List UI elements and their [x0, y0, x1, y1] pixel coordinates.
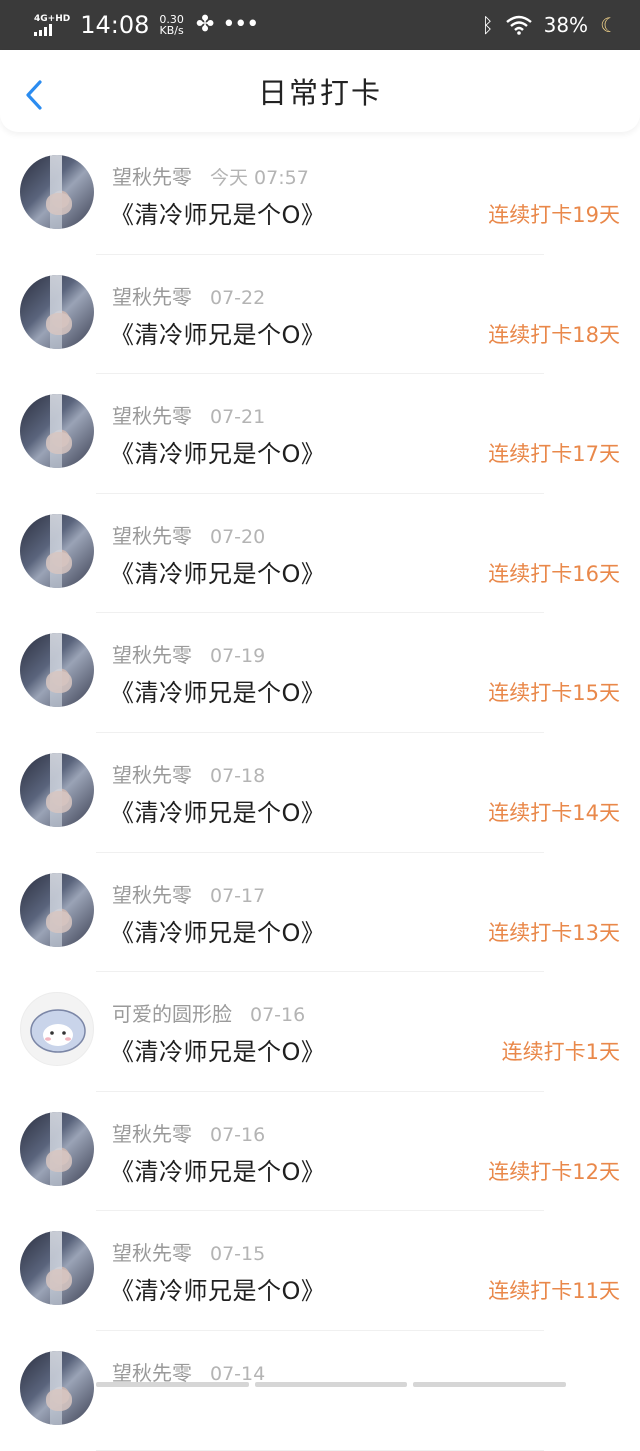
chevron-left-icon [26, 80, 42, 110]
user-avatar[interactable] [20, 1231, 94, 1306]
checkin-row[interactable]: 可爱的圆形脸 07-16 《清冷师兄是个O》 连续打卡1天 [0, 972, 640, 1092]
checkin-meta: 望秋先零 07-17 [112, 879, 265, 908]
user-name[interactable]: 望秋先零 [112, 759, 192, 788]
checkin-meta: 望秋先零 07-20 [112, 520, 265, 549]
checkin-date: 07-22 [210, 286, 266, 309]
sheep-icon [30, 1009, 86, 1053]
checkin-row[interactable]: 望秋先零 今天 07:57 《清冷师兄是个O》 连续打卡19天 [0, 135, 640, 255]
checkin-row[interactable]: 望秋先零 07-21 《清冷师兄是个O》 连续打卡17天 [0, 374, 640, 494]
checkin-meta: 望秋先零 07-22 [112, 281, 265, 310]
book-title[interactable]: 《清冷师兄是个O》 [110, 1032, 325, 1067]
checkin-row[interactable]: 望秋先零 07-20 《清冷师兄是个O》 连续打卡16天 [0, 494, 640, 614]
checkin-row[interactable]: 望秋先零 07-18 《清冷师兄是个O》 连续打卡14天 [0, 733, 640, 853]
checkin-row[interactable]: 望秋先零 07-17 《清冷师兄是个O》 连续打卡13天 [0, 853, 640, 973]
user-avatar[interactable] [20, 274, 94, 349]
checkin-date: 07-18 [210, 764, 266, 787]
streak-label: 连续打卡17天 [488, 442, 620, 467]
streak-label: 连续打卡16天 [488, 561, 620, 586]
checkin-row[interactable]: 望秋先零 07-16 《清冷师兄是个O》 连续打卡12天 [0, 1092, 640, 1212]
streak-label: 连续打卡13天 [488, 920, 620, 945]
bluetooth-icon: ᛒ [481, 13, 494, 37]
user-avatar[interactable] [20, 633, 94, 708]
checkin-date: 07-17 [210, 884, 266, 907]
book-title[interactable]: 《清冷师兄是个O》 [110, 195, 325, 230]
checkin-row[interactable]: 望秋先零 07-14 [0, 1331, 640, 1451]
user-name[interactable]: 望秋先零 [112, 281, 192, 310]
checkin-meta: 望秋先零 07-18 [112, 759, 265, 788]
user-avatar[interactable] [20, 1111, 94, 1186]
streak-label: 连续打卡19天 [488, 203, 620, 227]
checkin-date: 07-16 [210, 1123, 266, 1146]
streak-label: 连续打卡15天 [488, 681, 620, 706]
status-time: 14:08 [80, 11, 150, 39]
fan-icon: ✤ [195, 12, 215, 37]
checkin-meta: 望秋先零 07-21 [112, 400, 265, 429]
network-label: 4G+HD [34, 14, 71, 24]
signal-bars [34, 24, 52, 36]
checkin-meta: 望秋先零 07-16 [112, 1118, 265, 1147]
user-name[interactable]: 望秋先零 [112, 879, 192, 908]
book-title[interactable]: 《清冷师兄是个O》 [110, 913, 325, 948]
status-left: 4G+HD 14:08 0.30 KB/s ✤ ••• [34, 11, 259, 39]
book-title[interactable]: 《清冷师兄是个O》 [110, 793, 325, 828]
checkin-meta: 望秋先零 07-19 [112, 639, 265, 668]
speed-unit: KB/s [159, 24, 184, 37]
book-title[interactable]: 《清冷师兄是个O》 [110, 673, 325, 708]
book-title[interactable]: 《清冷师兄是个O》 [110, 554, 325, 589]
checkin-date: 07-16 [250, 1004, 306, 1027]
user-avatar[interactable] [20, 872, 94, 947]
network-speed: 0.30 KB/s [159, 14, 184, 36]
streak-label: 连续打卡18天 [488, 322, 620, 347]
status-right: ᛒ 38% ☾ [482, 13, 618, 37]
book-title[interactable]: 《清冷师兄是个O》 [110, 1152, 325, 1187]
user-name[interactable]: 望秋先零 [112, 1237, 192, 1266]
nav-bar: 日常打卡 [0, 50, 640, 132]
user-avatar[interactable] [20, 394, 94, 469]
signal-icon: 4G+HD [34, 14, 70, 36]
checkin-meta: 望秋先零 07-15 [112, 1237, 265, 1266]
sheep-avatar[interactable] [20, 992, 94, 1067]
user-avatar[interactable] [20, 752, 94, 827]
status-bar: 4G+HD 14:08 0.30 KB/s ✤ ••• ᛒ 38% ☾ [0, 0, 640, 50]
user-name[interactable]: 望秋先零 [112, 639, 192, 668]
page-title: 日常打卡 [257, 76, 382, 110]
checkin-meta: 望秋先零 今天 07:57 [112, 161, 309, 190]
checkin-date: 07-15 [210, 1243, 266, 1266]
more-icon: ••• [222, 12, 259, 37]
user-name[interactable]: 可爱的圆形脸 [112, 998, 232, 1027]
checkin-date: 07-21 [210, 406, 266, 429]
checkin-row[interactable]: 望秋先零 07-15 《清冷师兄是个O》 连续打卡11天 [0, 1211, 640, 1331]
streak-label: 连续打卡11天 [488, 1279, 620, 1304]
checkin-date: 07-20 [210, 525, 266, 548]
book-title[interactable]: 《清冷师兄是个O》 [110, 1271, 325, 1306]
user-avatar[interactable] [20, 1350, 94, 1425]
checkin-row[interactable]: 望秋先零 07-19 《清冷师兄是个O》 连续打卡15天 [0, 613, 640, 733]
checkin-row[interactable]: 望秋先零 07-22 《清冷师兄是个O》 连续打卡18天 [0, 255, 640, 375]
checkin-list: 望秋先零 今天 07:57 《清冷师兄是个O》 连续打卡19天 望秋先零 07-22 《清冷… [0, 135, 640, 1451]
moon-icon: ☾ [600, 13, 618, 37]
checkin-date: 今天 07:57 [210, 167, 309, 189]
user-name[interactable]: 望秋先零 [112, 161, 192, 190]
user-name[interactable]: 望秋先零 [112, 1118, 192, 1147]
user-avatar[interactable] [20, 155, 94, 229]
streak-label: 连续打卡14天 [488, 800, 620, 825]
user-name[interactable]: 望秋先零 [112, 520, 192, 549]
battery-level: 38% [543, 13, 589, 37]
book-title[interactable]: 《清冷师兄是个O》 [110, 434, 325, 469]
scroll-indicator [96, 1382, 567, 1387]
wifi-icon [505, 15, 532, 35]
book-title[interactable]: 《清冷师兄是个O》 [110, 315, 325, 350]
streak-label: 连续打卡1天 [501, 1040, 620, 1065]
checkin-meta: 可爱的圆形脸 07-16 [112, 998, 305, 1027]
streak-label: 连续打卡12天 [488, 1159, 620, 1184]
user-name[interactable]: 望秋先零 [112, 400, 192, 429]
user-avatar[interactable] [20, 513, 94, 588]
back-button[interactable] [22, 78, 48, 112]
checkin-date: 07-19 [210, 645, 266, 668]
